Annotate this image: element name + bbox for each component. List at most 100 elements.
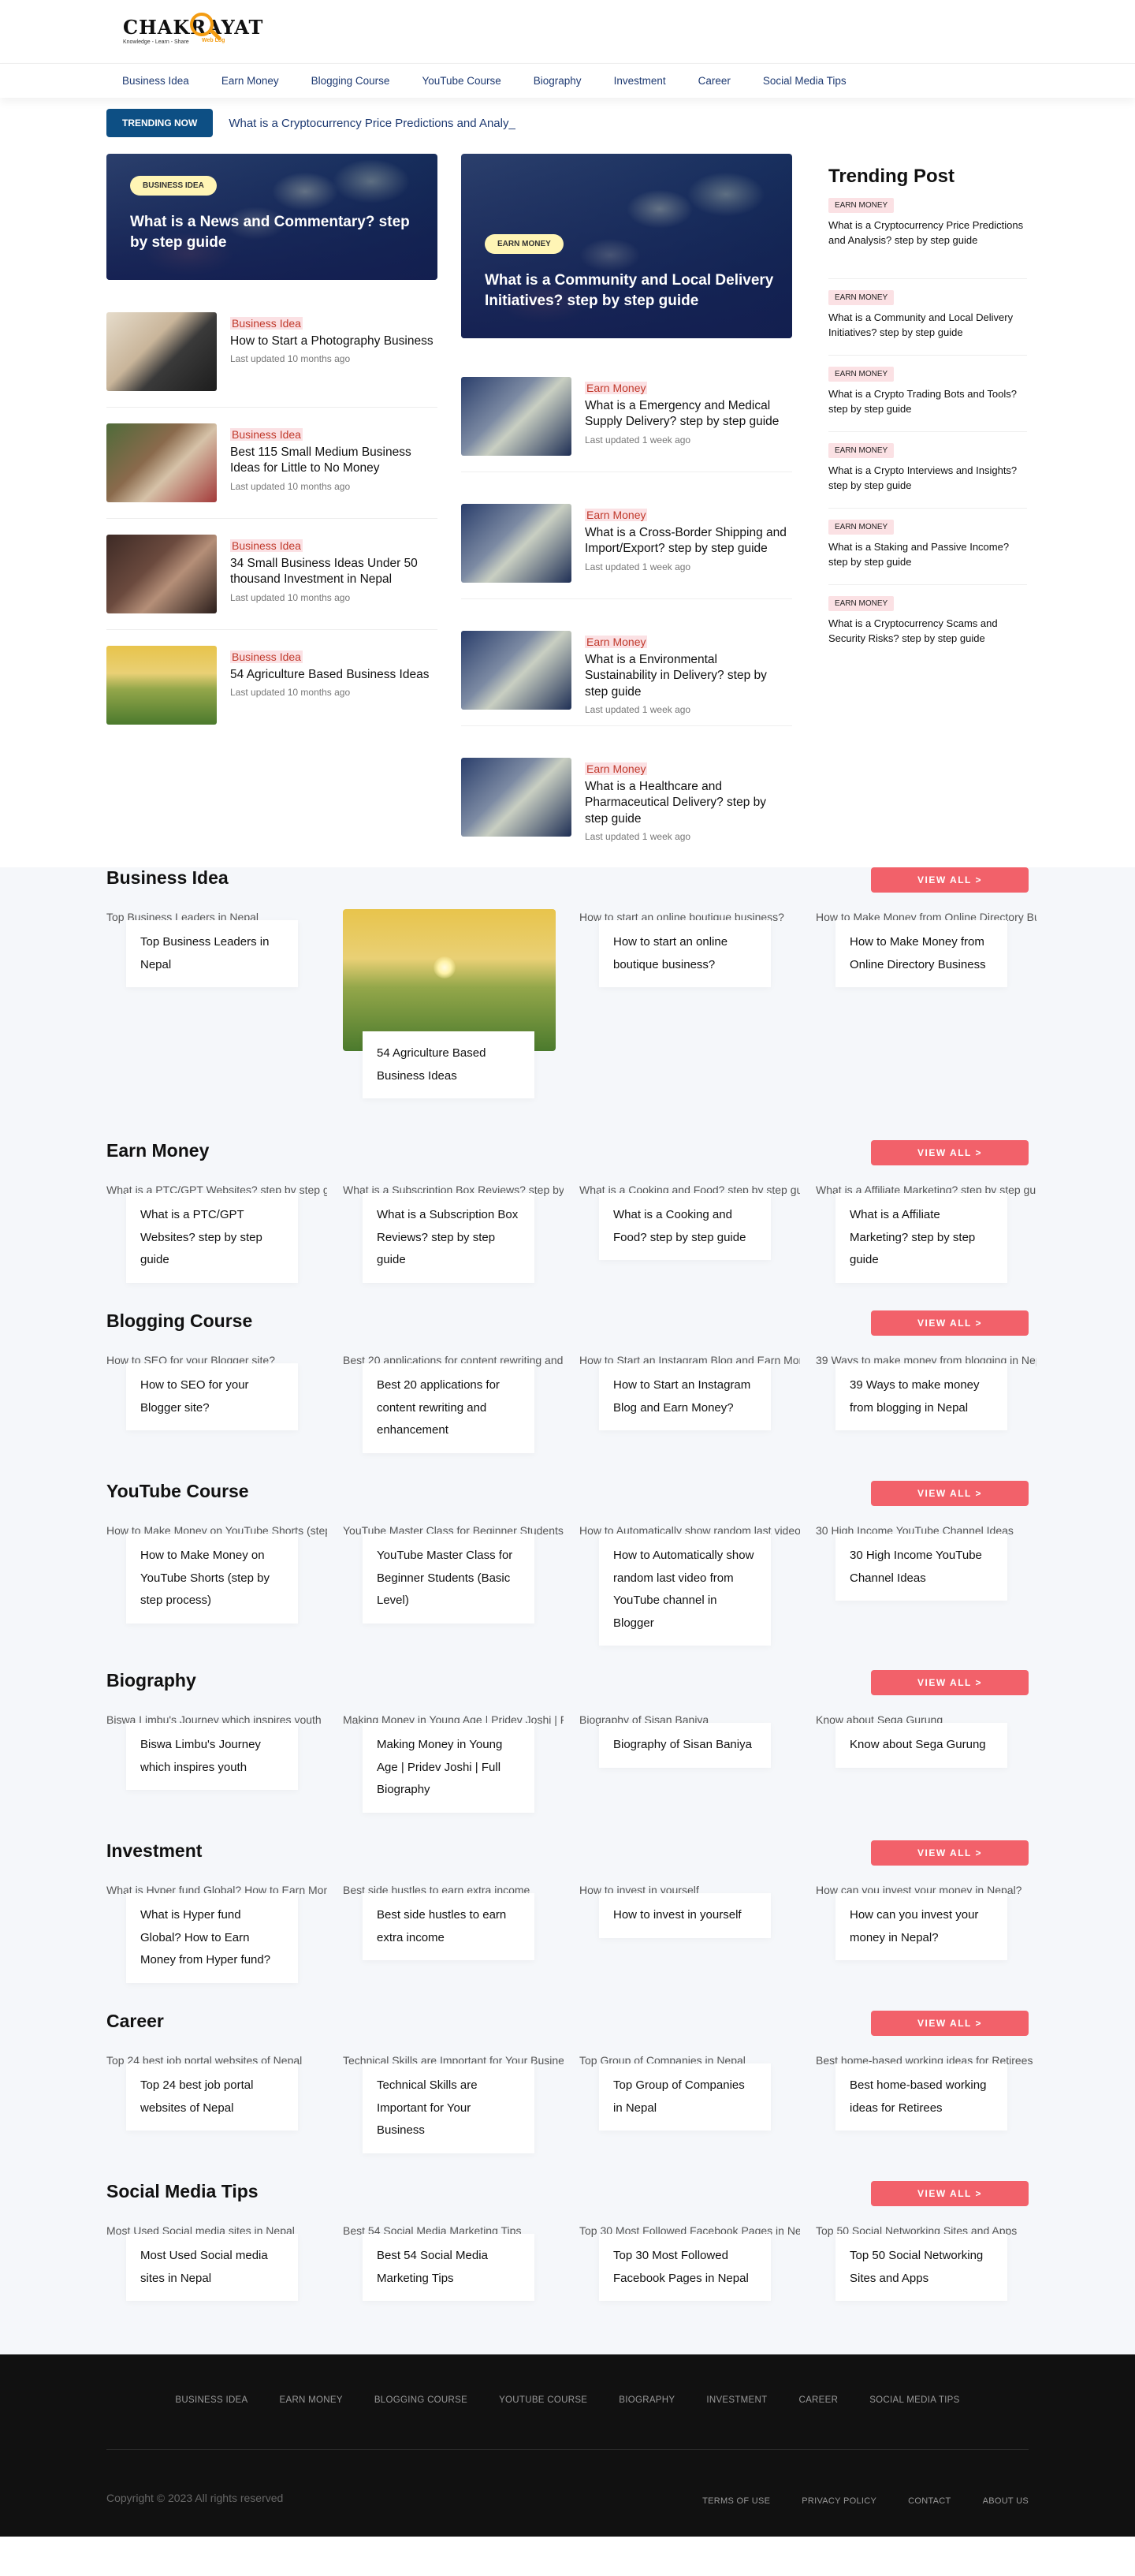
footer-nav-business-idea[interactable]: BUSINESS IDEA	[175, 2395, 247, 2405]
post-title-box[interactable]: How can you invest your money in Nepal?	[835, 1893, 1007, 1960]
post-title-box[interactable]: 39 Ways to make money from blogging in N…	[835, 1363, 1007, 1430]
post-card[interactable]: Know about Sega Gurung Know about Sega Gu…	[816, 1712, 1052, 1806]
footer-nav-investment[interactable]: INVESTMENT	[706, 2395, 767, 2405]
view-all-button[interactable]: VIEW ALL >	[871, 867, 1029, 893]
post-card[interactable]: How can you invest your money in Nepal? H…	[816, 1882, 1052, 1977]
post-title-box[interactable]: Best 54 Social Media Marketing Tips	[363, 2234, 534, 2301]
category-badge[interactable]: EARN MONEY	[828, 198, 895, 213]
trending-post-item[interactable]: EARN MONEY What is a Cryptocurrency Scam…	[828, 595, 1027, 647]
post-card[interactable]: What is a Affiliate Marketing? step by s…	[816, 1182, 1052, 1283]
feature-card[interactable]: EARN MONEY What is a Community and Local…	[461, 154, 792, 338]
list-item[interactable]: Business Idea 54 Agriculture Based Busin…	[106, 646, 437, 725]
site-logo[interactable]: CHAKRAYAT Knowledge - Learn - Share Web …	[117, 8, 262, 54]
post-title-box[interactable]: How to Start an Instagram Blog and Earn …	[599, 1363, 771, 1430]
feature-card[interactable]: BUSINESS IDEA What is a News and Comment…	[106, 154, 437, 280]
post-title-box[interactable]: YouTube Master Class for Beginner Studen…	[363, 1534, 534, 1624]
post-title-box[interactable]: Best home-based working ideas for Retire…	[835, 2063, 1007, 2131]
post-title-box[interactable]: Making Money in Young Age | Pridev Joshi…	[363, 1723, 534, 1813]
post-card[interactable]: What is a Cooking and Food? step by step…	[579, 1182, 816, 1277]
category-label[interactable]: Earn Money	[585, 636, 648, 648]
post-title-box[interactable]: Best 20 applications for content rewriti…	[363, 1363, 534, 1453]
post-card[interactable]: What is Hyper fund Global? How to Earn M…	[106, 1882, 343, 1983]
post-card[interactable]: Top Business Leaders in Nepal Top Busines…	[106, 909, 343, 1004]
trending-post-item[interactable]: EARN MONEY What is a Community and Local…	[828, 289, 1027, 341]
post-title-box[interactable]: What is a Subscription Box Reviews? step…	[363, 1193, 534, 1283]
nav-business-idea[interactable]: Business Idea	[122, 75, 189, 87]
post-title[interactable]: What is a Staking and Passive Income? st…	[828, 540, 1027, 570]
list-item[interactable]: Business Idea 34 Small Business Ideas Un…	[106, 535, 437, 613]
privacy-link[interactable]: PRIVACY POLICY	[802, 2496, 876, 2506]
post-title-box[interactable]: How to SEO for your Blogger site?	[126, 1363, 298, 1430]
category-label[interactable]: Business Idea	[230, 317, 303, 330]
category-label[interactable]: Earn Money	[585, 509, 648, 521]
post-card[interactable]: How to Start an Instagram Blog and Earn …	[579, 1352, 816, 1447]
nav-earn-money[interactable]: Earn Money	[221, 75, 279, 87]
contact-link[interactable]: CONTACT	[908, 2496, 951, 2506]
list-item[interactable]: Business Idea Best 115 Small Medium Busi…	[106, 423, 437, 502]
post-card[interactable]: Best 54 Social Media Marketing Tips Best …	[343, 2223, 579, 2317]
category-label[interactable]: Earn Money	[585, 382, 648, 394]
post-title[interactable]: What is a Cross-Border Shipping and Impo…	[585, 525, 792, 557]
post-title-box[interactable]: 54 Agriculture Based Business Ideas	[363, 1031, 534, 1098]
trending-post-item[interactable]: EARN MONEY What is a Crypto Interviews a…	[828, 442, 1027, 494]
post-title-box[interactable]: Top 50 Social Networking Sites and Apps	[835, 2234, 1007, 2301]
post-title-box[interactable]: Most Used Social media sites in Nepal	[126, 2234, 298, 2301]
list-item[interactable]: Business Idea How to Start a Photography…	[106, 312, 437, 391]
footer-nav-earn-money[interactable]: EARN MONEY	[280, 2395, 343, 2405]
post-card[interactable]: Technical Skills are Important for Your …	[343, 2052, 579, 2153]
post-card[interactable]: Best side hustles to earn extra income Be…	[343, 1882, 579, 1977]
footer-nav-biography[interactable]: BIOGRAPHY	[619, 2395, 675, 2405]
post-title-box[interactable]: What is a Affiliate Marketing? step by s…	[835, 1193, 1007, 1283]
footer-nav-blogging-course[interactable]: BLOGGING COURSE	[374, 2395, 467, 2405]
post-title-box[interactable]: Top 24 best job portal websites of Nepal	[126, 2063, 298, 2131]
nav-blogging-course[interactable]: Blogging Course	[311, 75, 390, 87]
terms-link[interactable]: TERMS OF USE	[702, 2496, 770, 2506]
footer-nav-career[interactable]: CAREER	[798, 2395, 838, 2405]
footer-nav-youtube-course[interactable]: YOUTUBE COURSE	[499, 2395, 587, 2405]
post-title-box[interactable]: Biography of Sisan Baniya	[599, 1723, 771, 1768]
list-item[interactable]: Earn Money What is a Healthcare and Phar…	[461, 758, 792, 842]
post-title-box[interactable]: Best side hustles to earn extra income	[363, 1893, 534, 1960]
post-title[interactable]: What is a Crypto Trading Bots and Tools?…	[828, 387, 1027, 417]
post-title-box[interactable]: Top Business Leaders in Nepal	[126, 920, 298, 987]
list-item[interactable]: Earn Money What is a Cross-Border Shippi…	[461, 504, 792, 583]
post-title[interactable]: What is a Emergency and Medical Supply D…	[585, 398, 792, 431]
category-badge[interactable]: EARN MONEY	[828, 443, 895, 458]
post-card[interactable]: Top 30 Most Followed Facebook Pages in N…	[579, 2223, 816, 2317]
category-badge[interactable]: EARN MONEY	[828, 367, 895, 382]
view-all-button[interactable]: VIEW ALL >	[871, 1310, 1029, 1336]
view-all-button[interactable]: VIEW ALL >	[871, 1481, 1029, 1506]
post-card[interactable]: 30 High Income YouTube Channel Ideas 30 H…	[816, 1523, 1052, 1617]
post-card[interactable]: Making Money in Young Age | Pridev Joshi…	[343, 1712, 579, 1813]
post-title-box[interactable]: How to Make Money from Online Directory …	[835, 920, 1007, 987]
category-badge[interactable]: EARN MONEY	[828, 596, 895, 611]
post-title-box[interactable]: How to Make Money on YouTube Shorts (ste…	[126, 1534, 298, 1624]
post-title[interactable]: 34 Small Business Ideas Under 50 thousan…	[230, 556, 437, 588]
nav-youtube-course[interactable]: YouTube Course	[422, 75, 501, 87]
post-title-box[interactable]: Biswa Limbu's Journey which inspires you…	[126, 1723, 298, 1790]
nav-investment[interactable]: Investment	[614, 75, 666, 87]
post-title[interactable]: What is a Environmental Sustainability i…	[585, 652, 792, 700]
nav-career[interactable]: Career	[698, 75, 731, 87]
post-card[interactable]: Best home-based working ideas for Retire…	[816, 2052, 1052, 2147]
category-label[interactable]: Business Idea	[230, 539, 303, 552]
post-title[interactable]: What is a Cryptocurrency Scams and Secur…	[828, 617, 1027, 647]
post-title[interactable]: How to Start a Photography Business	[230, 334, 434, 349]
post-title-box[interactable]: Technical Skills are Important for Your …	[363, 2063, 534, 2153]
post-title[interactable]: What is a Cryptocurrency Price Predictio…	[828, 218, 1027, 248]
post-card[interactable]: 39 Ways to make money from blogging in N…	[816, 1352, 1052, 1447]
post-title-box[interactable]: How to invest in yourself	[599, 1893, 771, 1938]
post-title-box[interactable]: Top 30 Most Followed Facebook Pages in N…	[599, 2234, 771, 2301]
view-all-button[interactable]: VIEW ALL >	[871, 1840, 1029, 1866]
nav-biography[interactable]: Biography	[534, 75, 582, 87]
post-title-box[interactable]: 30 High Income YouTube Channel Ideas	[835, 1534, 1007, 1601]
post-card[interactable]: YouTube Master Class for Beginner Studen…	[343, 1523, 579, 1624]
post-card[interactable]: What is a Subscription Box Reviews? step…	[343, 1182, 579, 1283]
nav-social-media-tips[interactable]: Social Media Tips	[763, 75, 847, 87]
post-title[interactable]: 54 Agriculture Based Business Ideas	[230, 667, 429, 683]
view-all-button[interactable]: VIEW ALL >	[871, 1670, 1029, 1695]
view-all-button[interactable]: VIEW ALL >	[871, 1140, 1029, 1165]
post-card[interactable]: How to SEO for your Blogger site? How to …	[106, 1352, 343, 1447]
view-all-button[interactable]: VIEW ALL >	[871, 2181, 1029, 2206]
post-card[interactable]: How to invest in yourself How to invest i…	[579, 1882, 816, 1977]
